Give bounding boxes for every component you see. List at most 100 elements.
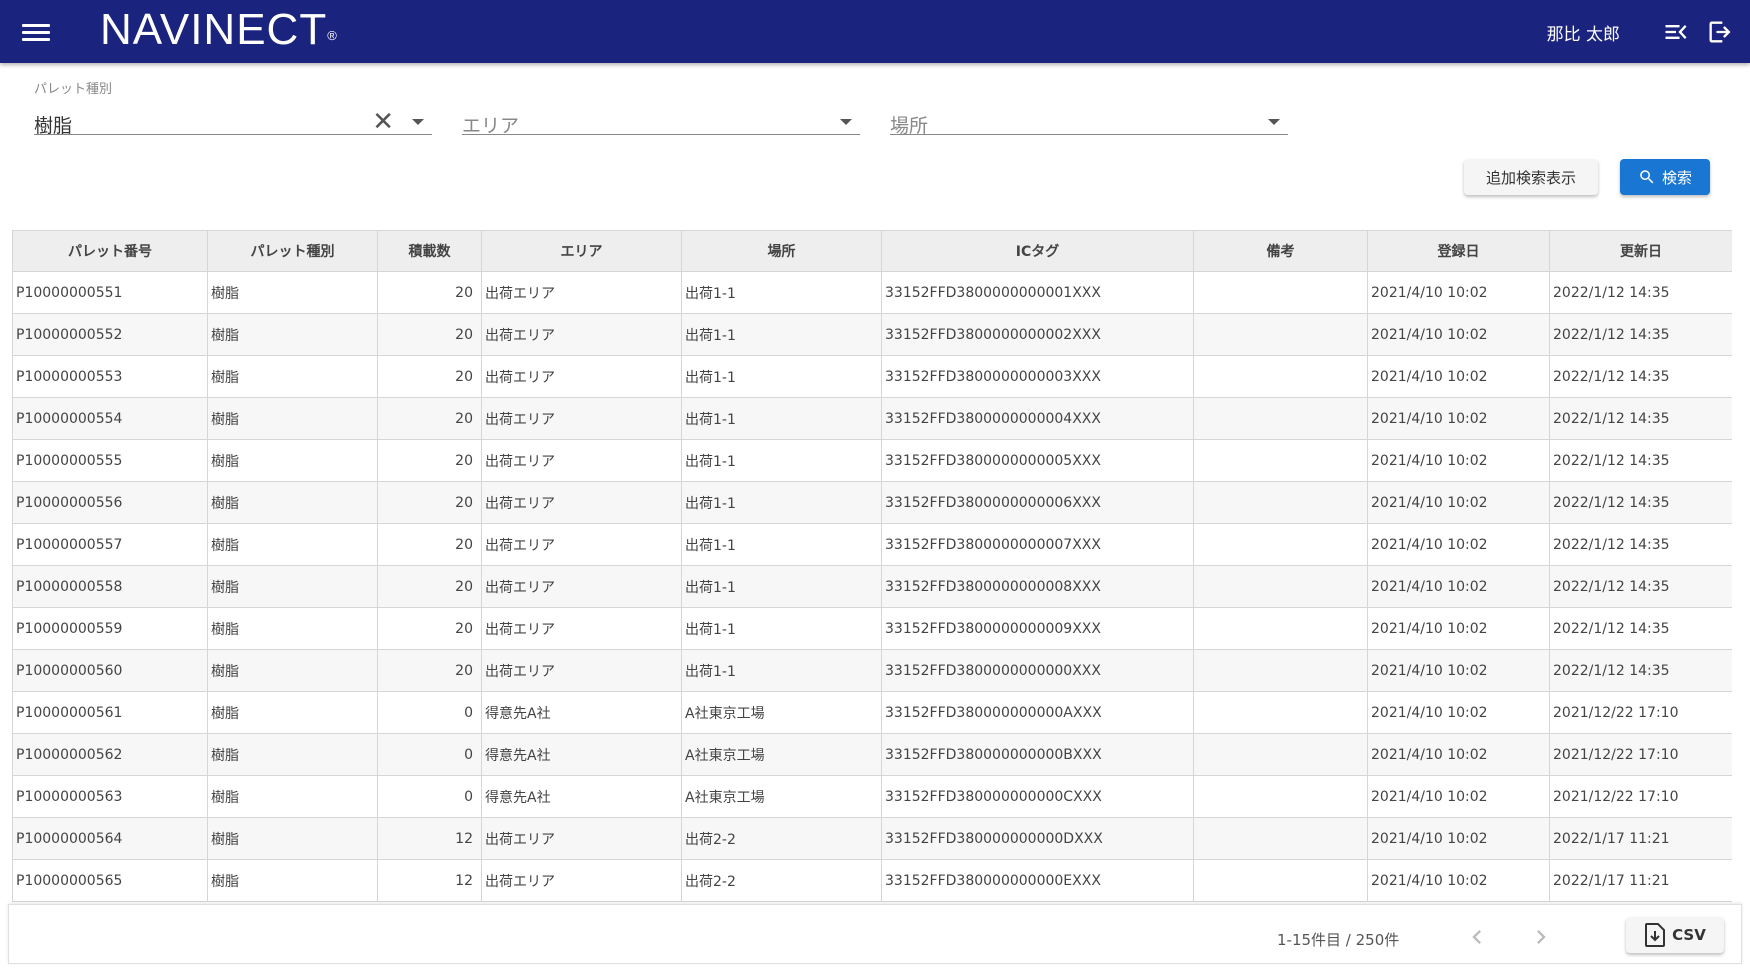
search-button[interactable]: 検索 xyxy=(1620,159,1710,195)
column-header[interactable]: 備考 xyxy=(1193,230,1368,272)
chevron-left-icon[interactable] xyxy=(1463,923,1491,951)
table-cell: 得意先A社 xyxy=(481,733,682,776)
table-cell: 樹脂 xyxy=(207,481,378,524)
table-cell: 0 xyxy=(377,733,482,776)
table-cell xyxy=(1193,397,1368,440)
column-header[interactable]: パレット種別 xyxy=(207,230,378,272)
table-cell: 樹脂 xyxy=(207,271,378,314)
table-cell: 樹脂 xyxy=(207,313,378,356)
table-cell: 出荷エリア xyxy=(481,397,682,440)
table-cell: 33152FFD380000000000AXXX xyxy=(881,691,1194,734)
advanced-search-button[interactable]: 追加検索表示 xyxy=(1464,159,1598,195)
logout-icon[interactable] xyxy=(1706,18,1734,46)
menu-collapse-icon[interactable] xyxy=(1662,18,1690,46)
csv-download-button[interactable]: CSV xyxy=(1626,917,1724,953)
table-cell xyxy=(1193,817,1368,860)
chevron-right-icon[interactable] xyxy=(1527,923,1555,951)
table-cell: 2021/4/10 10:02 xyxy=(1367,523,1550,566)
table-row[interactable]: P10000000565 樹脂 12 出荷エリア 出荷2-2 33152FFD380000… xyxy=(12,859,1732,902)
table-row[interactable]: P10000000564 樹脂 12 出荷エリア 出荷2-2 33152FFD380000… xyxy=(12,817,1732,860)
column-header[interactable]: 登録日 xyxy=(1367,230,1550,272)
table-body: P10000000551 樹脂 20 出荷エリア 出荷1-1 33152FFD380000… xyxy=(12,271,1732,902)
table-row[interactable]: P10000000563 樹脂 0 得意先A社 A社東京工場 33152FFD380000… xyxy=(12,775,1732,818)
table-cell: 出荷1-1 xyxy=(681,439,882,482)
table-cell: 2021/4/10 10:02 xyxy=(1367,775,1550,818)
file-download-icon xyxy=(1645,923,1666,947)
table-cell: 2021/4/10 10:02 xyxy=(1367,733,1550,776)
page-info: 1-15件目 / 250件 xyxy=(1277,931,1400,949)
table-cell: 2021/4/10 10:02 xyxy=(1367,397,1550,440)
column-header[interactable]: エリア xyxy=(481,230,682,272)
hamburger-menu-icon[interactable] xyxy=(22,20,52,44)
table-cell: 20 xyxy=(377,649,482,692)
table-cell xyxy=(1193,649,1368,692)
table-cell: 2022/1/12 14:35 xyxy=(1549,397,1732,440)
table-cell xyxy=(1193,439,1368,482)
table-cell: 33152FFD3800000000009XXX xyxy=(881,607,1194,650)
pallet-type-select[interactable]: パレット種別 樹脂 ✕ xyxy=(34,75,432,137)
table-cell: 出荷1-1 xyxy=(681,313,882,356)
table-cell: 33152FFD3800000000004XXX xyxy=(881,397,1194,440)
table-row[interactable]: P10000000557 樹脂 20 出荷エリア 出荷1-1 33152FFD380000… xyxy=(12,523,1732,566)
table-cell: 2021/12/22 17:10 xyxy=(1549,691,1732,734)
place-select[interactable]: 場所 xyxy=(890,75,1288,137)
table-cell: 樹脂 xyxy=(207,397,378,440)
table-row[interactable]: P10000000561 樹脂 0 得意先A社 A社東京工場 33152FFD380000… xyxy=(12,691,1732,734)
table-cell: 出荷1-1 xyxy=(681,271,882,314)
app-logo: NAVINECT® xyxy=(100,4,338,56)
table-cell: 樹脂 xyxy=(207,565,378,608)
column-header[interactable]: 場所 xyxy=(681,230,882,272)
pallet-table: パレット番号 パレット種別 積載数 エリア 場所 ICタグ 備考 登録日 更新日 P100000… xyxy=(12,230,1732,902)
table-row[interactable]: P10000000559 樹脂 20 出荷エリア 出荷1-1 33152FFD380000… xyxy=(12,607,1732,650)
column-header[interactable]: 更新日 xyxy=(1549,230,1732,272)
dropdown-arrow-icon[interactable] xyxy=(1268,119,1280,125)
dropdown-arrow-icon[interactable] xyxy=(412,119,424,125)
table-cell: 得意先A社 xyxy=(481,691,682,734)
table-cell: 2022/1/17 11:21 xyxy=(1549,859,1732,902)
table-cell: 出荷1-1 xyxy=(681,607,882,650)
table-row[interactable]: P10000000552 樹脂 20 出荷エリア 出荷1-1 33152FFD380000… xyxy=(12,313,1732,356)
clear-icon[interactable]: ✕ xyxy=(372,109,394,135)
column-header[interactable]: 積載数 xyxy=(377,230,482,272)
column-header[interactable]: ICタグ xyxy=(881,230,1194,272)
table-cell: 出荷エリア xyxy=(481,355,682,398)
search-panel: パレット種別 樹脂 ✕ エリア 場所 追加検索表示 検索 xyxy=(8,63,1742,217)
table-row[interactable]: P10000000554 樹脂 20 出荷エリア 出荷1-1 33152FFD380000… xyxy=(12,397,1732,440)
table-cell: 樹脂 xyxy=(207,859,378,902)
table-cell: 2021/4/10 10:02 xyxy=(1367,649,1550,692)
table-cell: 出荷1-1 xyxy=(681,397,882,440)
table-cell: 20 xyxy=(377,481,482,524)
table-cell: 2021/4/10 10:02 xyxy=(1367,481,1550,524)
table-cell: 33152FFD3800000000007XXX xyxy=(881,523,1194,566)
table-cell: 20 xyxy=(377,523,482,566)
table-row[interactable]: P10000000555 樹脂 20 出荷エリア 出荷1-1 33152FFD380000… xyxy=(12,439,1732,482)
table-cell: 樹脂 xyxy=(207,817,378,860)
table-cell: 33152FFD3800000000002XXX xyxy=(881,313,1194,356)
table-cell: 2022/1/12 14:35 xyxy=(1549,271,1732,314)
table-cell: 33152FFD380000000000DXXX xyxy=(881,817,1194,860)
place-placeholder: 場所 xyxy=(890,115,929,137)
area-select[interactable]: エリア xyxy=(462,75,860,137)
table-cell: 出荷1-1 xyxy=(681,649,882,692)
area-placeholder: エリア xyxy=(462,115,520,137)
table-row[interactable]: P10000000558 樹脂 20 出荷エリア 出荷1-1 33152FFD380000… xyxy=(12,565,1732,608)
table-cell: 33152FFD3800000000001XXX xyxy=(881,271,1194,314)
column-header[interactable]: パレット番号 xyxy=(12,230,208,272)
table-row[interactable]: P10000000553 樹脂 20 出荷エリア 出荷1-1 33152FFD380000… xyxy=(12,355,1732,398)
table-cell: 2021/4/10 10:02 xyxy=(1367,439,1550,482)
table-cell: 出荷エリア xyxy=(481,481,682,524)
table-row[interactable]: P10000000556 樹脂 20 出荷エリア 出荷1-1 33152FFD380000… xyxy=(12,481,1732,524)
table-cell: 2021/4/10 10:02 xyxy=(1367,691,1550,734)
table-row[interactable]: P10000000560 樹脂 20 出荷エリア 出荷1-1 33152FFD380000… xyxy=(12,649,1732,692)
table-cell xyxy=(1193,355,1368,398)
table-cell: P10000000562 xyxy=(12,733,208,776)
table-cell: 33152FFD3800000000000XXX xyxy=(881,649,1194,692)
table-cell: 得意先A社 xyxy=(481,775,682,818)
table-row[interactable]: P10000000551 樹脂 20 出荷エリア 出荷1-1 33152FFD380000… xyxy=(12,271,1732,314)
dropdown-arrow-icon[interactable] xyxy=(840,119,852,125)
table-cell: P10000000564 xyxy=(12,817,208,860)
table-cell: 出荷1-1 xyxy=(681,355,882,398)
table-row[interactable]: P10000000562 樹脂 0 得意先A社 A社東京工場 33152FFD380000… xyxy=(12,733,1732,776)
table-cell: 20 xyxy=(377,271,482,314)
table-cell: P10000000555 xyxy=(12,439,208,482)
